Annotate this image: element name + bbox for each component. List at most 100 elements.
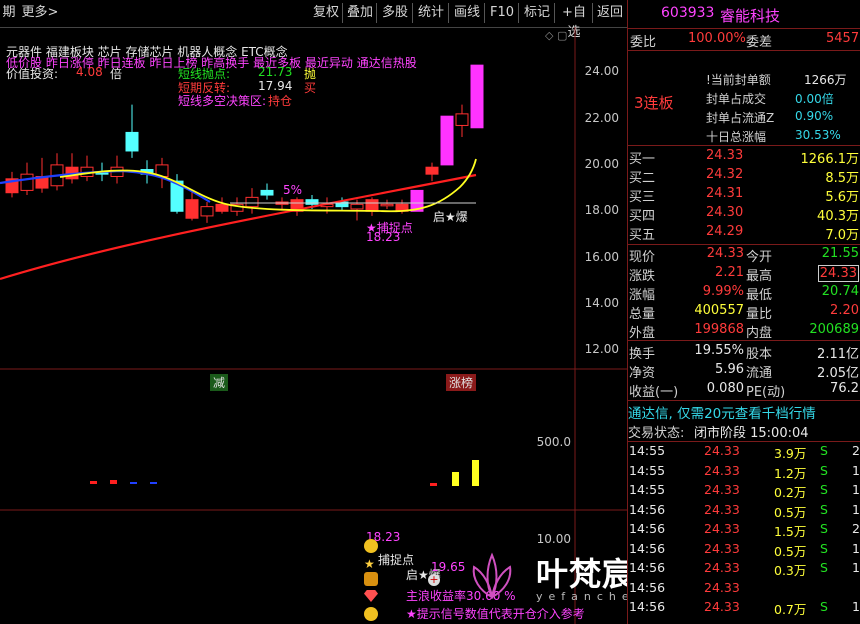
stock-name: 睿能科技 xyxy=(720,7,781,25)
weibi-row: 委比 100.00% 委差 5457 xyxy=(628,31,860,50)
tick-time: 14:56 xyxy=(629,521,666,536)
bid-label: 买五 xyxy=(629,228,656,243)
signal-hint: ★提示信号数值代表开仓介入参考 xyxy=(406,607,585,621)
collapse-icon[interactable]: ◇ ▢ xyxy=(545,29,567,42)
candle-body[interactable] xyxy=(245,196,259,208)
price-axis-tick: 18.00 xyxy=(584,203,619,218)
overlay-button[interactable]: 叠加 xyxy=(344,3,377,23)
quote-label: 涨幅 xyxy=(629,288,656,303)
candle-body[interactable] xyxy=(365,199,379,212)
period-button[interactable]: 期 xyxy=(2,3,16,23)
tick-row[interactable]: 14:55 24.33 3.9万 S 2 xyxy=(628,443,860,462)
tick-row[interactable]: 14:55 24.33 0.2万 S 1 xyxy=(628,482,860,501)
quote-value: 199868 xyxy=(694,322,744,337)
candle-body[interactable] xyxy=(350,203,364,210)
quote-value: 200689 xyxy=(809,322,859,337)
more-button[interactable]: 更多> xyxy=(20,3,60,23)
price-axis-tick: 16.00 xyxy=(584,249,619,264)
quote-value: 2.20 xyxy=(830,303,859,318)
short-buy-tag: 买 xyxy=(304,81,317,95)
bottom-axis-tick: 10.00 xyxy=(536,532,571,546)
candle-body[interactable] xyxy=(200,206,214,217)
notice-row[interactable]: 通达信, 仅需20元查看千档行情 xyxy=(628,402,860,422)
quote-label: 现价 xyxy=(629,250,656,265)
star-icon: ★ xyxy=(364,557,375,571)
tick-row[interactable]: 14:56 24.33 xyxy=(628,580,860,599)
bid-row: 买三 24.31 5.6万 xyxy=(628,186,860,205)
tick-time: 14:55 xyxy=(629,443,666,458)
tick-row[interactable]: 14:56 24.33 1.5万 S 2 xyxy=(628,521,860,540)
tick-count: 1 xyxy=(852,501,860,517)
tick-side: S xyxy=(820,540,828,556)
limit-value: 0.90% xyxy=(795,109,834,123)
quote-value: 400557 xyxy=(694,303,744,318)
candle-body[interactable] xyxy=(305,199,319,205)
trade-status-row: 交易状态: 闭市阶段 15:00:04 xyxy=(628,422,860,441)
candle-body[interactable] xyxy=(125,131,139,152)
quote-label: 最低 xyxy=(746,288,773,303)
bid-row: 买四 24.30 40.3万 xyxy=(628,205,860,224)
tick-row[interactable]: 14:56 24.33 0.5万 S 1 xyxy=(628,541,860,560)
fuquan-button[interactable]: 复权 xyxy=(310,3,343,23)
limit-value: 0.00倍 xyxy=(795,92,834,106)
add-watchlist-button[interactable]: +自选 xyxy=(556,3,593,40)
candle-body[interactable] xyxy=(185,199,199,219)
limit-label: !当前封单额 xyxy=(706,73,771,87)
f10-button[interactable]: F10 xyxy=(486,3,519,23)
indicator-bar xyxy=(430,483,437,486)
indicator-bar xyxy=(150,482,157,484)
value-invest-value: 4.08 xyxy=(76,65,103,79)
stats-button[interactable]: 统计 xyxy=(414,3,449,23)
stock-header: 603933 睿能科技 xyxy=(628,5,860,27)
start-burst-label: 启★爆 xyxy=(433,210,468,224)
notice-text[interactable]: 通达信, 仅需20元查看千档行情 xyxy=(628,402,816,422)
plus-circle-icon: + xyxy=(428,573,440,586)
mark-button[interactable]: 标记 xyxy=(520,3,555,23)
bid-row: 买五 24.29 7.0万 xyxy=(628,224,860,243)
kline-chart-area[interactable]: ◇ ▢ 元器件 福建板块 芯片 存储芯片 机器人概念 ETC概念 低价股 昨日涨… xyxy=(0,27,799,624)
kline-chart-svg[interactable] xyxy=(0,27,627,624)
tick-volume: 0.5万 xyxy=(774,543,807,559)
quote-label: 量比 xyxy=(746,307,773,322)
indicator-bars xyxy=(90,460,479,486)
tick-row[interactable]: 14:56 24.33 0.5万 S 1 xyxy=(628,502,860,521)
candle-body[interactable] xyxy=(215,203,229,212)
fund-value: 19.55% xyxy=(694,343,744,358)
price-axis-tick: 12.00 xyxy=(584,342,619,357)
quote-row: 外盘 199868 内盘 200689 xyxy=(628,322,860,341)
short-buy-value: 17.94 xyxy=(258,79,293,93)
tick-row[interactable]: 14:55 24.33 1.2万 S 1 xyxy=(628,463,860,482)
quote-label: 内盘 xyxy=(746,326,773,341)
tick-volume: 0.2万 xyxy=(774,485,807,500)
candle-body[interactable] xyxy=(470,64,484,129)
candle-body[interactable] xyxy=(455,113,469,126)
limit-label: 十日总涨幅 xyxy=(706,130,767,144)
candle-body[interactable] xyxy=(440,115,454,166)
draw-line-button[interactable]: 画线 xyxy=(450,3,485,23)
bid-price: 24.30 xyxy=(706,205,744,220)
back-button[interactable]: 返回 xyxy=(594,3,626,23)
candle-body[interactable] xyxy=(20,173,34,191)
price-axis-tick: 20.00 xyxy=(584,156,619,171)
tick-price: 24.33 xyxy=(704,521,740,536)
tick-row[interactable]: 14:56 24.33 0.7万 S 1 xyxy=(628,599,860,618)
candle-body[interactable] xyxy=(260,189,274,196)
bid-row: 买一 24.33 1266.1万 xyxy=(628,148,860,167)
tick-row[interactable]: 14:56 24.33 0.3万 S 1 xyxy=(628,560,860,579)
tick-time: 14:55 xyxy=(629,462,666,478)
fund-label: PE(动) xyxy=(746,385,786,400)
bid-volume: 8.5万 xyxy=(825,171,859,186)
limit-row: 封单占流通Z 0.90% xyxy=(628,109,860,128)
bid-volume: 5.6万 xyxy=(825,190,859,205)
candle-body[interactable] xyxy=(380,203,394,207)
multi-stock-button[interactable]: 多股 xyxy=(378,3,413,23)
tick-price: 24.33 xyxy=(704,462,740,478)
weicha-value: 5457 xyxy=(826,31,860,46)
tick-price: 24.33 xyxy=(704,540,740,556)
tick-price: 24.33 xyxy=(704,579,740,595)
fund-label: 流通 xyxy=(746,366,773,381)
candle-body[interactable] xyxy=(425,166,439,175)
value-invest-label: 价值投资: xyxy=(6,67,59,81)
capture-point-value: 18.23 xyxy=(366,230,401,244)
fund-row: 净资 5.96 流通 2.05亿 xyxy=(628,362,860,381)
